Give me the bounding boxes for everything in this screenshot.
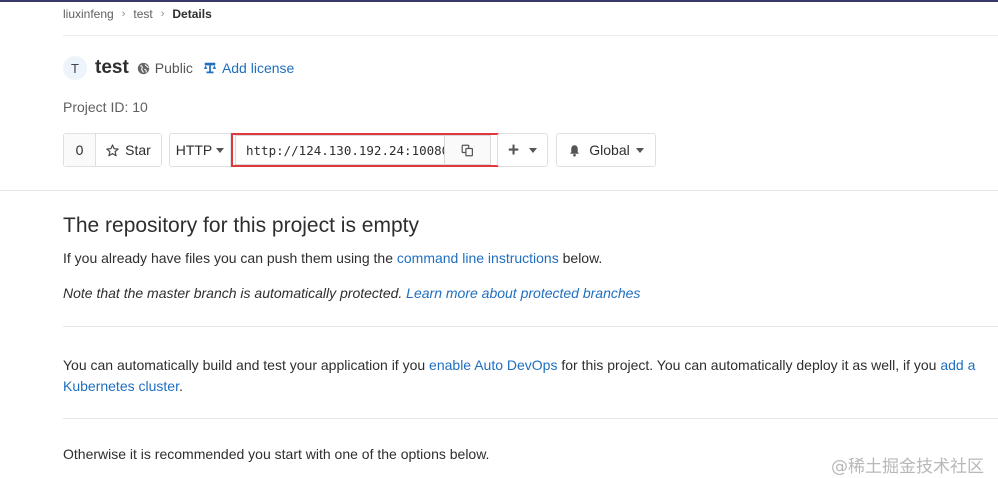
caret-down-icon [635, 147, 644, 153]
bell-icon [570, 144, 580, 157]
add-license-label: Add license [221, 60, 295, 76]
copy-url-button[interactable] [445, 135, 491, 165]
project-title: test [95, 57, 129, 78]
star-label: Star [125, 142, 151, 158]
push-text-suffix: below. [558, 250, 603, 266]
command-line-instructions-link[interactable]: command line instructions [397, 250, 559, 266]
project-header: T test Public Add license [63, 55, 294, 81]
project-id: Project ID: 10 [63, 99, 148, 115]
top-nav-edge [0, 0, 998, 2]
protocol-label: HTTP [175, 142, 213, 158]
chevron-right-icon: › [160, 8, 165, 20]
protected-branches-link[interactable]: Learn more about protected branches [406, 285, 640, 301]
project-avatar: T [63, 56, 87, 80]
empty-repo-title: The repository for this project is empty [63, 214, 419, 237]
caret-down-icon [216, 147, 225, 153]
visibility-label: Public [154, 60, 193, 76]
auto-devops-text: You can automatically build and test you… [63, 355, 988, 397]
star-group: 0 Star [63, 133, 162, 167]
push-instructions-text: If you already have files you can push t… [63, 250, 602, 266]
clone-url-highlight [231, 133, 499, 167]
add-license-link[interactable]: Add license [203, 60, 294, 76]
scale-icon [203, 62, 217, 74]
globe-icon [137, 62, 149, 74]
breadcrumb-user[interactable]: liuxinfeng [63, 7, 114, 21]
copy-icon [461, 144, 473, 156]
caret-down-icon [529, 147, 538, 153]
star-icon [106, 143, 119, 156]
section-divider [63, 326, 998, 327]
watermark: @稀土掘金技术社区 [831, 457, 984, 477]
visibility-badge: Public [137, 60, 193, 76]
devops-text-prefix: You can automatically build and test you… [63, 357, 430, 373]
breadcrumb: liuxinfeng › test › Details [63, 6, 212, 22]
breadcrumb-project[interactable]: test [133, 7, 152, 21]
enable-auto-devops-link[interactable]: enable Auto DevOps [429, 357, 557, 373]
add-new-dropdown[interactable]: + [497, 133, 548, 167]
devops-text-suffix: . [178, 378, 183, 394]
options-intro-text: Otherwise it is recommended you start wi… [63, 446, 490, 462]
breadcrumb-current[interactable]: Details [172, 7, 211, 21]
notification-dropdown[interactable]: Global [556, 133, 656, 167]
push-text-prefix: If you already have files you can push t… [63, 250, 397, 266]
notification-label: Global [589, 142, 630, 158]
chevron-right-icon: › [121, 8, 126, 20]
section-divider [63, 418, 998, 419]
devops-text-middle: for this project. You can automatically … [557, 357, 941, 373]
protected-branch-note: Note that the master branch is automatic… [63, 285, 640, 301]
breadcrumb-divider [63, 35, 998, 36]
star-button[interactable]: Star [96, 134, 161, 166]
star-count[interactable]: 0 [64, 134, 96, 166]
header-divider [0, 190, 998, 191]
plus-icon: + [507, 139, 520, 161]
protocol-dropdown[interactable]: HTTP [169, 133, 231, 167]
clone-url-input[interactable] [235, 135, 445, 165]
protected-text: Note that the master branch is automatic… [63, 285, 407, 301]
clone-controls: HTTP [169, 133, 499, 167]
